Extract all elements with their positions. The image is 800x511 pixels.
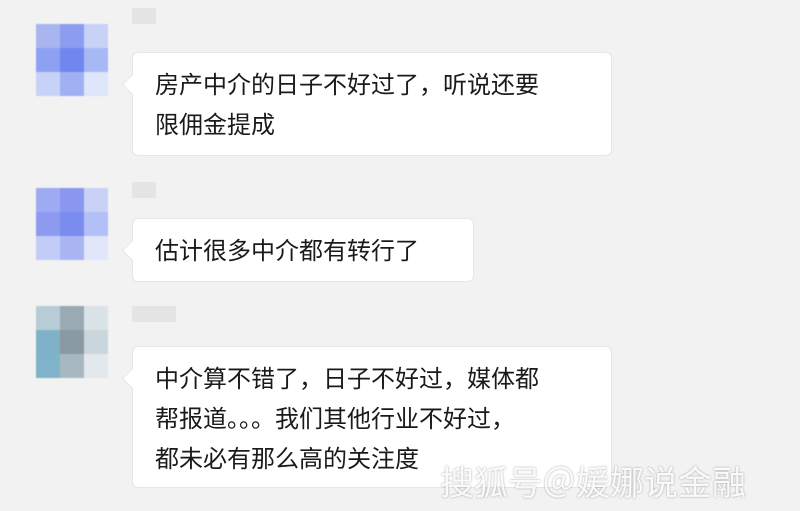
avatar-mosaic-tile [60,188,84,212]
avatar-mosaic-tile [84,72,108,96]
avatar-mosaic-tile [84,212,108,236]
avatar-mosaic-tile [36,306,60,330]
avatar-mosaic-tile [36,72,60,96]
avatar[interactable] [36,188,108,260]
sender-name [132,306,176,322]
avatar-mosaic-tile [60,306,84,330]
message-bubble[interactable]: 估计很多中介都有转行了 [132,218,474,282]
avatar-mosaic-tile [84,354,108,378]
watermark: 搜狐号＠媛娜说金融 [440,464,746,504]
avatar[interactable] [36,306,108,378]
message-bubble[interactable]: 房产中介的日子不好过了，听说还要 限佣金提成 [132,52,612,156]
avatar-mosaic-tile [60,24,84,48]
avatar-mosaic-tile [36,24,60,48]
avatar-mosaic-tile [60,354,84,378]
avatar-mosaic-tile [60,330,84,354]
avatar-mosaic-tile [60,236,84,260]
sender-name [132,8,156,24]
avatar-mosaic-tile [36,354,60,378]
avatar-mosaic-tile [60,48,84,72]
avatar-mosaic-tile [36,48,60,72]
avatar-mosaic-tile [60,212,84,236]
avatar-mosaic-tile [36,188,60,212]
sender-name [132,182,156,198]
avatar-mosaic-tile [84,330,108,354]
avatar-mosaic-tile [60,72,84,96]
avatar-mosaic-tile [84,48,108,72]
avatar-mosaic-tile [36,236,60,260]
avatar-mosaic-tile [36,212,60,236]
avatar-mosaic-tile [84,188,108,212]
chat-area: 房产中介的日子不好过了，听说还要 限佣金提成 估计很多中介都有转行了 中介算不错… [0,0,800,511]
avatar-mosaic-tile [84,236,108,260]
avatar-mosaic-tile [84,24,108,48]
avatar-mosaic-tile [84,306,108,330]
avatar-mosaic-tile [36,330,60,354]
avatar[interactable] [36,24,108,96]
